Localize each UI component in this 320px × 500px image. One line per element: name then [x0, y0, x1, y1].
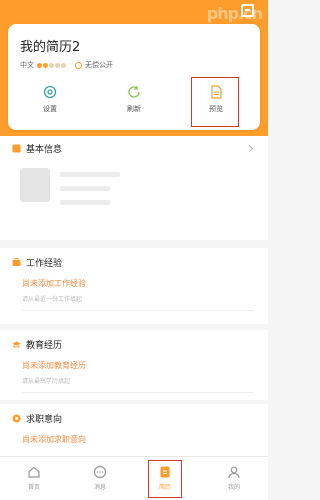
- resume-title[interactable]: 我的简历2: [20, 36, 80, 55]
- completeness-dot: [43, 62, 48, 68]
- completeness-dot: [37, 62, 42, 68]
- completeness-dots: [37, 62, 67, 68]
- gear-icon: [43, 85, 57, 99]
- briefcase-icon: [12, 258, 21, 266]
- preview-highlight: [191, 77, 239, 127]
- tab-home[interactable]: 首页: [14, 465, 54, 491]
- chat-icon: [93, 465, 107, 479]
- divider: [22, 392, 254, 393]
- section-title: 基本信息: [26, 145, 63, 155]
- home-icon: [28, 466, 40, 478]
- tab-label: 消息: [93, 484, 106, 491]
- user-icon: [228, 466, 240, 479]
- divider: [22, 310, 254, 311]
- add-job-intent-link[interactable]: 尚未添加求职意向: [22, 434, 86, 445]
- profile-card-icon: [12, 144, 21, 153]
- resume-meta: 中文 无偿公开: [20, 60, 113, 70]
- tab-label: 我的: [227, 484, 240, 491]
- settings-button[interactable]: 设置: [30, 84, 70, 114]
- add-education-link[interactable]: 尚未添加教育经历: [22, 360, 86, 371]
- tab-label: 首页: [27, 484, 40, 491]
- section-title: 教育经历: [26, 341, 63, 351]
- visibility-icon: [75, 61, 82, 69]
- avatar: [20, 168, 50, 202]
- refresh-button[interactable]: 刷新: [114, 84, 154, 114]
- tab-messages[interactable]: 消息: [80, 465, 120, 491]
- section-education: 教育经历 尚未添加教育经历 请从最高学历填起: [0, 330, 268, 400]
- section-title: 求职意向: [26, 415, 63, 425]
- section-header: 工作经验: [12, 256, 62, 269]
- education-icon: [12, 341, 21, 348]
- section-job-intent: 求职意向 尚未添加求职意向: [0, 404, 268, 456]
- work-hint: 请从最近一份工作填起: [22, 296, 83, 303]
- section-header: 教育经历: [12, 338, 62, 351]
- section-header: 求职意向: [12, 412, 62, 425]
- tab-profile[interactable]: 我的: [214, 465, 254, 491]
- bottom-tab-bar: 首页 消息 简历 我的: [0, 456, 268, 500]
- chevron-right-icon: [245, 144, 254, 153]
- section-title: 工作经验: [26, 259, 63, 269]
- refresh-label: 刷新: [127, 105, 141, 113]
- section-header: 基本信息: [12, 142, 62, 155]
- completeness-dot: [49, 62, 54, 68]
- blurred-text: [60, 172, 120, 177]
- resume-tab-highlight: [148, 460, 182, 498]
- settings-label: 设置: [43, 105, 57, 113]
- section-work-experience: 工作经验 尚未添加工作经验 请从最近一份工作填起: [0, 248, 268, 324]
- completeness-dot: [55, 62, 60, 68]
- education-hint: 请从最高学历填起: [22, 378, 71, 385]
- resume-language: 中文: [20, 61, 34, 69]
- add-work-experience-link[interactable]: 尚未添加工作经验: [22, 278, 86, 289]
- blurred-text: [60, 200, 110, 205]
- completeness-dot: [61, 62, 66, 68]
- visibility-label[interactable]: 无偿公开: [85, 60, 113, 70]
- share-icon[interactable]: [241, 4, 254, 17]
- target-icon: [12, 414, 21, 423]
- refresh-icon: [128, 86, 140, 98]
- blurred-text: [60, 186, 110, 191]
